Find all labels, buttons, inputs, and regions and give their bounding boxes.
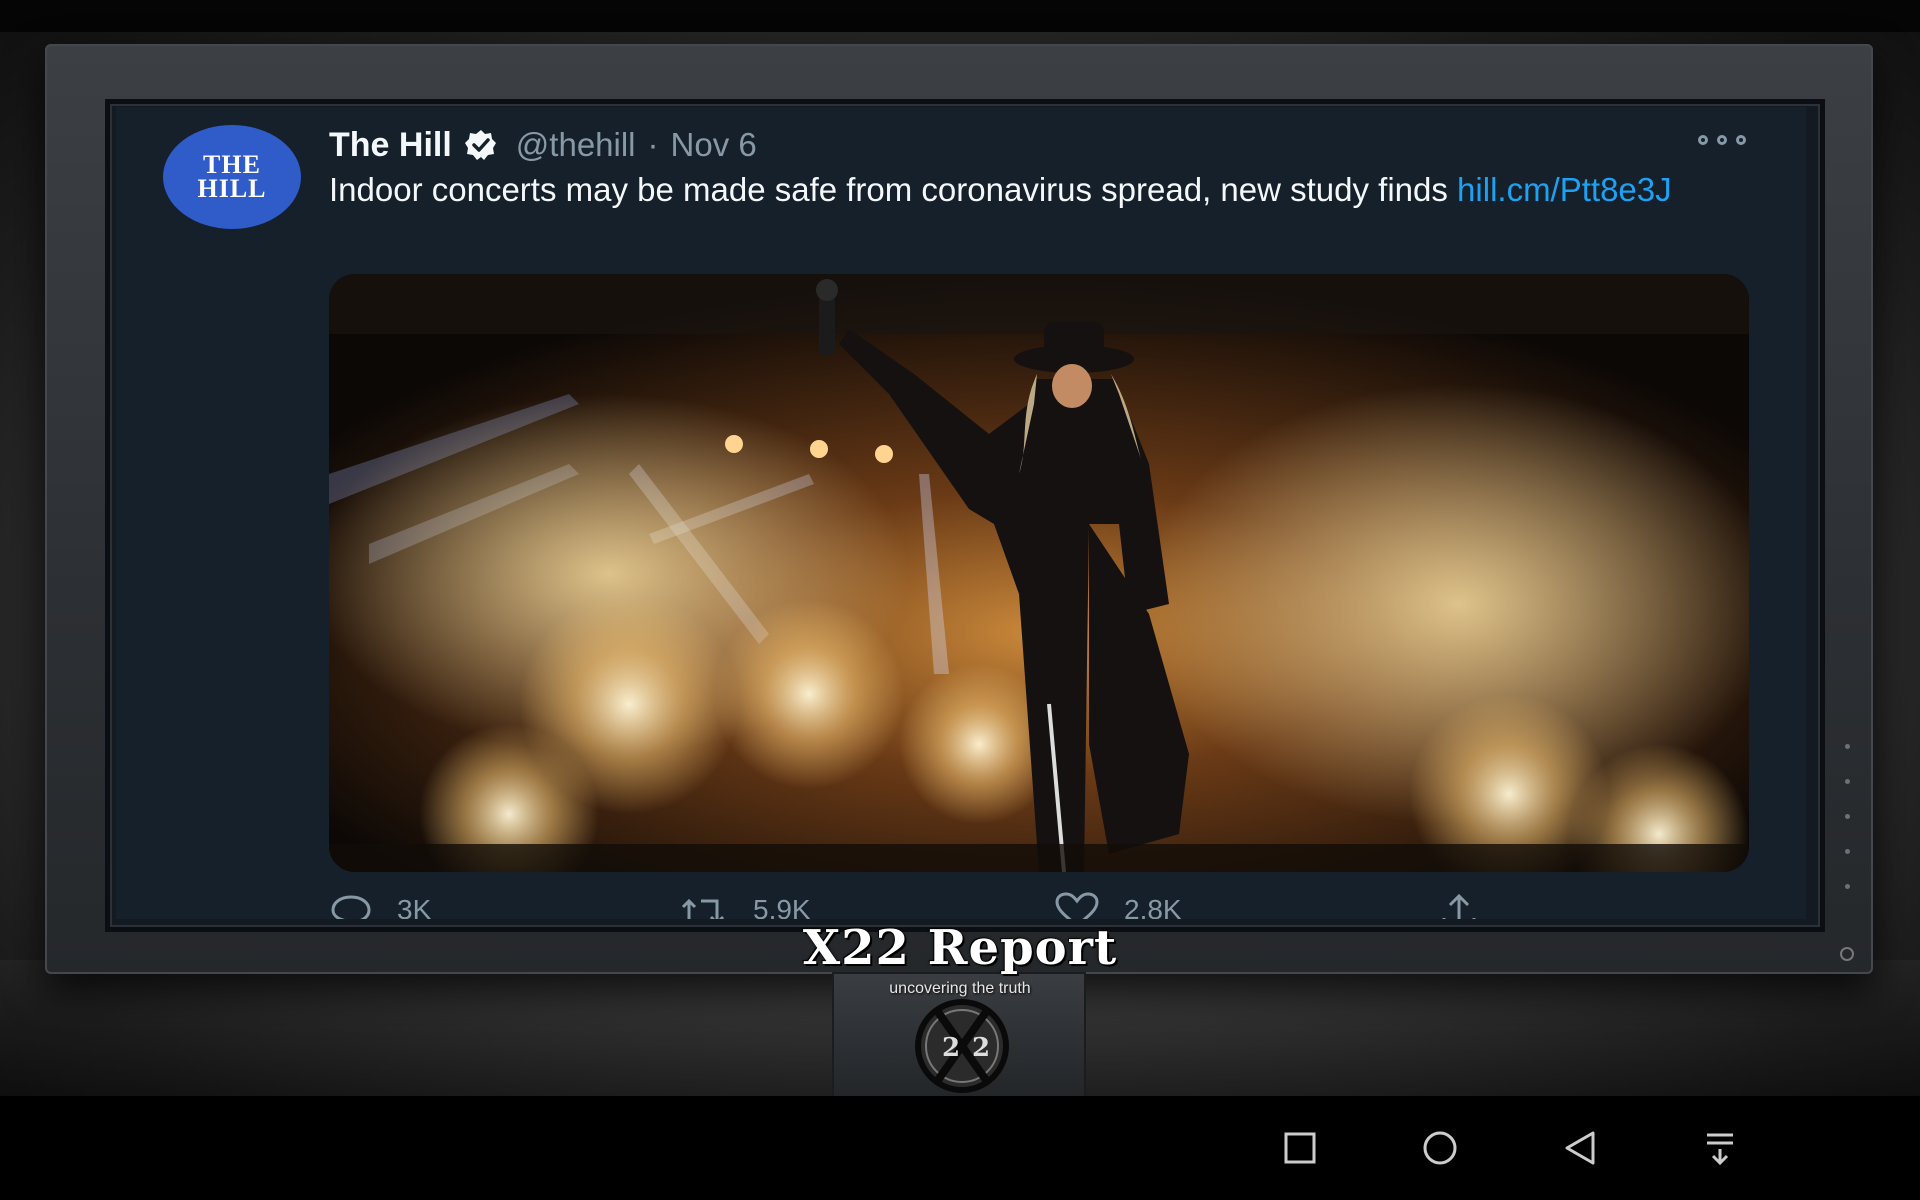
tweet-header: The Hill @thehill · Nov 6 <box>329 125 757 165</box>
monitor-power-button <box>1840 947 1854 961</box>
share-action[interactable] <box>1439 890 1479 919</box>
bezel-dot <box>1845 744 1850 749</box>
tweet-body: Indoor concerts may be made safe from co… <box>329 171 1458 208</box>
header-separator: · <box>647 126 659 163</box>
like-action[interactable]: 2.8K <box>1054 890 1182 919</box>
reply-count: 3K <box>397 894 432 919</box>
back-button[interactable] <box>1550 1118 1610 1178</box>
svg-text:2: 2 <box>942 1033 960 1063</box>
svg-text:2: 2 <box>972 1033 990 1063</box>
pull-down-icon <box>1707 1133 1733 1166</box>
home-button[interactable] <box>1410 1118 1470 1178</box>
heart-icon <box>1055 892 1099 919</box>
reply-action[interactable]: 3K <box>329 890 431 919</box>
verified-badge-icon <box>460 128 502 162</box>
reply-icon <box>331 895 371 919</box>
author-handle[interactable]: @thehill <box>516 126 636 164</box>
retweet-icon <box>681 898 725 919</box>
retweet-action[interactable]: 5.9K <box>679 890 811 919</box>
brand-title: X22 Report <box>802 920 1118 976</box>
more-options-icon[interactable] <box>1698 133 1746 147</box>
author-name[interactable]: The Hill <box>329 126 452 165</box>
tweet-card[interactable]: THE HILL The Hill @thehill · Nov 6 Indoo… <box>116 107 1806 919</box>
like-count: 2.8K <box>1124 894 1182 919</box>
back-triangle-icon <box>1565 1131 1595 1165</box>
system-nav-bar <box>0 1096 1920 1200</box>
x22-logo-icon: 2 2 <box>915 999 1009 1093</box>
avatar[interactable]: THE HILL <box>163 125 301 229</box>
circle-icon <box>1423 1131 1457 1165</box>
tweet-link[interactable]: hill.cm/Ptt8e3J <box>1457 171 1672 208</box>
concert-photo <box>329 274 1749 872</box>
square-icon <box>1284 1132 1316 1164</box>
retweet-count: 5.9K <box>753 894 811 919</box>
tweet-date[interactable]: Nov 6 <box>671 126 757 164</box>
tweet-actions: 3K 5.9K 2.8K <box>329 890 1629 919</box>
bezel-dot <box>1845 814 1850 819</box>
share-icon <box>1442 893 1476 919</box>
top-black-bar <box>0 0 1920 32</box>
avatar-line-2: HILL <box>197 174 267 203</box>
tweet-media-image[interactable] <box>329 274 1749 872</box>
bezel-dot <box>1845 849 1850 854</box>
recents-button[interactable] <box>1270 1118 1330 1178</box>
notifications-button[interactable] <box>1690 1118 1750 1178</box>
bezel-dot <box>1845 779 1850 784</box>
bezel-dot <box>1845 884 1850 889</box>
tweet-text: Indoor concerts may be made safe from co… <box>329 170 1749 210</box>
